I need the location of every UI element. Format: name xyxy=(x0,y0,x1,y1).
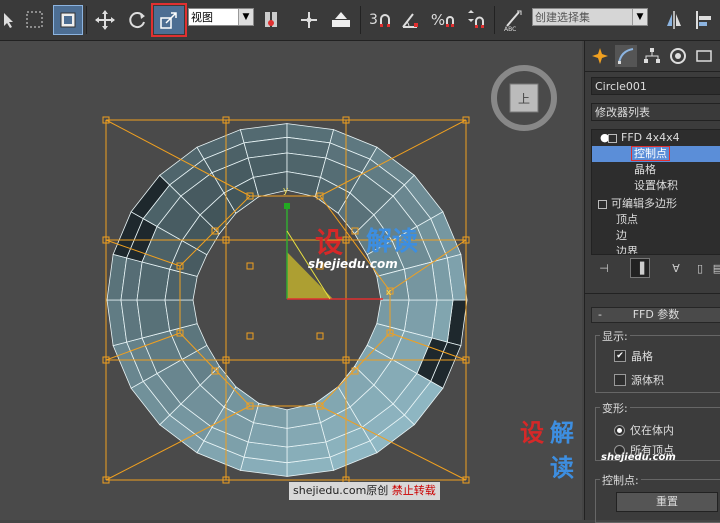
only-in-volume-radio[interactable]: 仅在体内 xyxy=(614,422,674,438)
only-in-volume-label: 仅在体内 xyxy=(630,424,674,437)
gizmo-y-handle xyxy=(284,203,290,209)
edit-named-selection-icon[interactable]: ABC xyxy=(500,6,526,34)
bottom-watermark-brand: 设 xyxy=(520,419,544,447)
collapse-icon[interactable] xyxy=(608,133,617,143)
deform-group-title: 变形: xyxy=(600,400,630,416)
watermark-brand-suffix: 解读 xyxy=(366,227,419,257)
mesh-face xyxy=(403,261,438,301)
move-icon[interactable] xyxy=(92,6,118,34)
gizmo-x-label: x xyxy=(386,288,392,298)
stack-item-edge[interactable]: 边 xyxy=(592,228,720,244)
viewport-scene: x y 上 xyxy=(102,65,557,484)
rectangle-selection-icon[interactable] xyxy=(22,6,48,34)
display-tab-icon[interactable] xyxy=(693,45,715,67)
stack-item-set-volume[interactable]: 设置体积 xyxy=(592,178,720,194)
rollout-title: FFD 参数 xyxy=(632,308,680,321)
reference-coordinate-dropdown[interactable]: 视图 ▼ xyxy=(188,8,254,26)
reset-button[interactable]: 重置 xyxy=(616,492,718,512)
remove-modifier-icon[interactable]: ▯ xyxy=(691,259,709,277)
motion-tab-icon[interactable] xyxy=(667,45,689,67)
stack-item-border[interactable]: 边界 xyxy=(592,244,720,255)
stack-item-label: 可编辑多边形 xyxy=(611,197,677,210)
pivot-center-icon[interactable] xyxy=(258,6,284,34)
control-point xyxy=(246,332,254,340)
snap-toggle-icon[interactable]: 3 xyxy=(366,6,394,34)
show-end-result-icon[interactable]: ▐ xyxy=(630,258,650,278)
rotate-icon[interactable] xyxy=(124,6,150,34)
stack-item-label: 边界 xyxy=(616,245,638,255)
stack-item-label: 控制点 xyxy=(631,146,670,161)
viewcube-label: 上 xyxy=(518,92,530,106)
control-points-group-title: 控制点: xyxy=(600,472,641,488)
select-arrow-icon[interactable] xyxy=(0,6,18,34)
snap-dimension-label: 3 xyxy=(369,12,378,28)
lightbulb-icon[interactable]: ● xyxy=(600,130,610,146)
control-point xyxy=(246,262,254,270)
spinner-snap-icon[interactable] xyxy=(462,6,488,34)
chevron-down-icon: ▼ xyxy=(632,9,647,25)
control-point xyxy=(316,332,324,340)
chevron-down-icon: ▼ xyxy=(238,9,253,25)
angle-snap-icon[interactable] xyxy=(398,6,424,34)
object-name-field[interactable]: Circle001 xyxy=(591,77,720,95)
lattice-checkbox[interactable]: ✔ 晶格 xyxy=(614,348,653,364)
stack-toolbar: ⊣ ▐ ∀ ▯ ▤ xyxy=(591,257,720,281)
stack-item-vertex[interactable]: 顶点 xyxy=(592,212,720,228)
viewport-top[interactable]: x y 上 设 解读 shejiedu.com shejiedu.com原创 禁止转… xyxy=(0,41,582,520)
create-tab-icon[interactable] xyxy=(589,45,611,67)
display-group-title: 显示: xyxy=(600,328,630,344)
checkmark-icon: ✔ xyxy=(614,350,626,362)
stack-item-label: FFD 4x4x4 xyxy=(621,131,680,144)
window-crossing-icon[interactable] xyxy=(53,5,83,35)
source-volume-checkbox[interactable]: 源体积 xyxy=(614,372,664,388)
named-selection-placeholder: 创建选择集 xyxy=(535,11,590,24)
collapse-minus-icon[interactable]: - xyxy=(598,308,602,322)
stack-item-label: 晶格 xyxy=(634,163,656,176)
bottom-watermark-suffix: 解读 xyxy=(550,419,574,482)
stack-item-label: 边 xyxy=(616,229,627,242)
rollout-header[interactable]: - FFD 参数 xyxy=(591,307,720,323)
mesh-face xyxy=(136,299,171,339)
ffd-parameters-rollout: - FFD 参数 显示: ✔ 晶格 源体积 变形: 仅在体内 所有顶点 sheji… xyxy=(591,307,720,523)
stack-item-editable-poly[interactable]: 可编辑多边形 xyxy=(592,196,720,212)
keyboard-shortcut-icon[interactable] xyxy=(328,6,354,34)
watermark-url: shejiedu.com xyxy=(308,257,398,271)
configure-sets-icon[interactable]: ▤ xyxy=(709,259,720,277)
copyright-warning: 禁止转载 xyxy=(391,484,436,497)
modify-tab-icon[interactable] xyxy=(615,45,637,67)
modifier-stack: ● FFD 4x4x4 控制点 晶格 设置体积 可编辑多边形 顶点 边 边界 xyxy=(591,129,720,255)
stack-item-control-points[interactable]: 控制点 xyxy=(592,146,720,162)
pin-stack-icon[interactable]: ⊣ xyxy=(595,259,613,277)
copyright-site: shejiedu.com原创 xyxy=(293,484,389,497)
source-volume-label: 源体积 xyxy=(631,374,664,387)
copyright-note: shejiedu.com原创 禁止转载 xyxy=(289,482,440,500)
named-selection-dropdown[interactable]: 创建选择集 ▼ xyxy=(532,8,648,26)
modifier-list-dropdown[interactable]: 修改器列表 xyxy=(591,103,720,121)
bottom-watermark-url: shejiedu.com xyxy=(601,452,676,463)
mirror-icon[interactable] xyxy=(662,6,686,34)
align-icon[interactable] xyxy=(692,6,718,34)
select-manipulate-icon[interactable] xyxy=(296,6,322,34)
display-group: 显示: ✔ 晶格 源体积 xyxy=(595,328,720,393)
stack-item-lattice[interactable]: 晶格 xyxy=(592,162,720,178)
stack-item-label: 顶点 xyxy=(616,213,638,226)
unchecked-box-icon xyxy=(614,374,626,386)
hierarchy-tab-icon[interactable] xyxy=(641,45,663,67)
stack-item-ffd[interactable]: ● FFD 4x4x4 xyxy=(592,130,720,146)
radio-selected-icon xyxy=(614,424,625,436)
main-toolbar: 视图 ▼ 3 % ABC 创建选择集 ▼ xyxy=(0,0,720,41)
gizmo-y-label: y xyxy=(283,186,289,196)
scale-icon[interactable] xyxy=(151,3,187,37)
command-panel: Circle001 修改器列表 ● FFD 4x4x4 控制点 晶格 设置体积 可… xyxy=(584,41,720,523)
control-points-group: 控制点: 重置 xyxy=(595,472,720,523)
collapse-icon[interactable] xyxy=(598,199,607,209)
reference-coordinate-value: 视图 xyxy=(191,11,213,24)
stack-item-label: 设置体积 xyxy=(634,179,678,192)
percent-snap-icon[interactable]: % xyxy=(430,6,456,34)
make-unique-icon[interactable]: ∀ xyxy=(667,259,685,277)
svg-text:ABC: ABC xyxy=(504,26,516,32)
lattice-label: 晶格 xyxy=(631,350,653,363)
watermark-brand: 设 xyxy=(315,226,344,259)
